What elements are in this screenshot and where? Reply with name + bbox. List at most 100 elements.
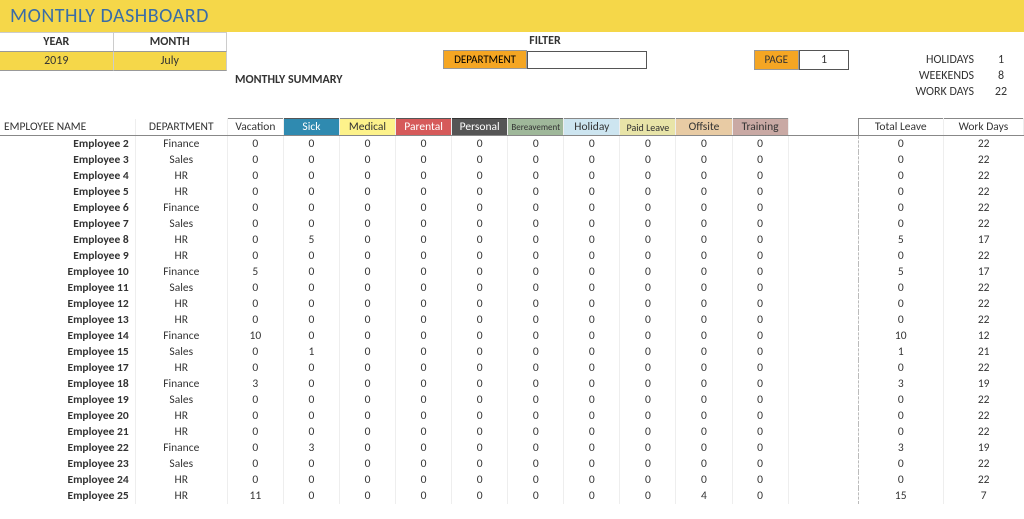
year-value[interactable]: 2019 bbox=[0, 52, 114, 71]
cell-value: 0 bbox=[620, 200, 676, 216]
cell-value: 0 bbox=[676, 344, 732, 360]
cell-value: 0 bbox=[620, 376, 676, 392]
cell-value: 0 bbox=[732, 280, 788, 296]
cell-value: 0 bbox=[396, 360, 452, 376]
cell-gap bbox=[788, 376, 858, 392]
cell-value: 0 bbox=[452, 328, 508, 344]
cell-value: 0 bbox=[283, 280, 339, 296]
cell-department: HR bbox=[135, 360, 227, 376]
cell-value: 0 bbox=[339, 216, 395, 232]
page-input[interactable]: 1 bbox=[799, 50, 849, 70]
department-filter-input[interactable] bbox=[527, 51, 647, 69]
cell-department: HR bbox=[135, 424, 227, 440]
cell-value: 0 bbox=[732, 136, 788, 153]
cell-value: 0 bbox=[339, 248, 395, 264]
cell-total: 0 bbox=[858, 472, 943, 488]
cell-value: 0 bbox=[620, 168, 676, 184]
cell-work: 22 bbox=[943, 216, 1023, 232]
cell-value: 0 bbox=[620, 296, 676, 312]
cell-value: 0 bbox=[227, 280, 283, 296]
table-row: Employee 24HR0000000000022 bbox=[0, 472, 1024, 488]
cell-employee: Employee 20 bbox=[0, 408, 135, 424]
cell-value: 0 bbox=[676, 472, 732, 488]
cell-value: 0 bbox=[620, 392, 676, 408]
cell-work: 22 bbox=[943, 248, 1023, 264]
cell-employee: Employee 12 bbox=[0, 296, 135, 312]
department-filter-label: DEPARTMENT bbox=[443, 50, 527, 69]
cell-value: 0 bbox=[508, 312, 564, 328]
cell-department: HR bbox=[135, 296, 227, 312]
table-row: Employee 25HR11000000040157 bbox=[0, 488, 1024, 504]
cell-value: 0 bbox=[676, 392, 732, 408]
cell-value: 0 bbox=[227, 296, 283, 312]
cell-value: 0 bbox=[339, 440, 395, 456]
cell-value: 0 bbox=[396, 280, 452, 296]
cell-value: 0 bbox=[396, 408, 452, 424]
workdays-value: 22 bbox=[986, 85, 1016, 99]
cell-value: 0 bbox=[339, 296, 395, 312]
cell-value: 0 bbox=[339, 408, 395, 424]
cell-value: 0 bbox=[283, 328, 339, 344]
cell-value: 0 bbox=[227, 344, 283, 360]
filter-title: FILTER bbox=[231, 32, 859, 50]
cell-employee: Employee 7 bbox=[0, 216, 135, 232]
cell-value: 0 bbox=[339, 376, 395, 392]
cell-value: 0 bbox=[283, 424, 339, 440]
cell-value: 0 bbox=[676, 216, 732, 232]
cell-value: 0 bbox=[676, 136, 732, 153]
table-row: Employee 11Sales0000000000022 bbox=[0, 280, 1024, 296]
cell-value: 0 bbox=[396, 456, 452, 472]
cell-gap bbox=[788, 392, 858, 408]
cell-value: 0 bbox=[732, 328, 788, 344]
cell-total: 0 bbox=[858, 312, 943, 328]
cell-value: 0 bbox=[396, 232, 452, 248]
cell-total: 0 bbox=[858, 280, 943, 296]
cell-total: 0 bbox=[858, 424, 943, 440]
table-row: Employee 21HR0000000000022 bbox=[0, 424, 1024, 440]
cell-gap bbox=[788, 184, 858, 200]
cell-work: 21 bbox=[943, 344, 1023, 360]
col-work-days: Work Days bbox=[943, 119, 1023, 136]
cell-employee: Employee 9 bbox=[0, 248, 135, 264]
col-gap bbox=[788, 119, 858, 136]
cell-value: 0 bbox=[508, 392, 564, 408]
cell-work: 19 bbox=[943, 440, 1023, 456]
cell-total: 0 bbox=[858, 248, 943, 264]
cell-value: 0 bbox=[564, 360, 620, 376]
table-row: Employee 10Finance5000000000517 bbox=[0, 264, 1024, 280]
table-row: Employee 7Sales0000000000022 bbox=[0, 216, 1024, 232]
month-label: MONTH bbox=[114, 33, 228, 52]
cell-value: 0 bbox=[564, 296, 620, 312]
cell-gap bbox=[788, 344, 858, 360]
cell-value: 0 bbox=[676, 408, 732, 424]
weekends-label: WEEKENDS bbox=[867, 69, 986, 83]
cell-gap bbox=[788, 440, 858, 456]
col-paid-leave: Paid Leave bbox=[620, 119, 676, 136]
cell-value: 10 bbox=[227, 328, 283, 344]
cell-gap bbox=[788, 152, 858, 168]
table-row: Employee 2Finance0000000000022 bbox=[0, 136, 1024, 153]
cell-value: 0 bbox=[396, 312, 452, 328]
cell-gap bbox=[788, 424, 858, 440]
cell-value: 0 bbox=[339, 392, 395, 408]
cell-gap bbox=[788, 296, 858, 312]
table-row: Employee 20HR0000000000022 bbox=[0, 408, 1024, 424]
cell-value: 0 bbox=[732, 152, 788, 168]
cell-value: 0 bbox=[620, 280, 676, 296]
cell-value: 0 bbox=[732, 488, 788, 504]
cell-value: 0 bbox=[396, 200, 452, 216]
cell-work: 22 bbox=[943, 152, 1023, 168]
cell-value: 5 bbox=[283, 232, 339, 248]
month-value[interactable]: July bbox=[114, 52, 228, 71]
cell-value: 0 bbox=[732, 248, 788, 264]
cell-value: 0 bbox=[564, 472, 620, 488]
cell-value: 0 bbox=[452, 232, 508, 248]
cell-value: 0 bbox=[283, 200, 339, 216]
cell-value: 0 bbox=[508, 472, 564, 488]
cell-department: HR bbox=[135, 312, 227, 328]
cell-department: Sales bbox=[135, 152, 227, 168]
cell-department: Sales bbox=[135, 344, 227, 360]
cell-value: 0 bbox=[508, 280, 564, 296]
cell-value: 0 bbox=[227, 408, 283, 424]
cell-total: 0 bbox=[858, 408, 943, 424]
